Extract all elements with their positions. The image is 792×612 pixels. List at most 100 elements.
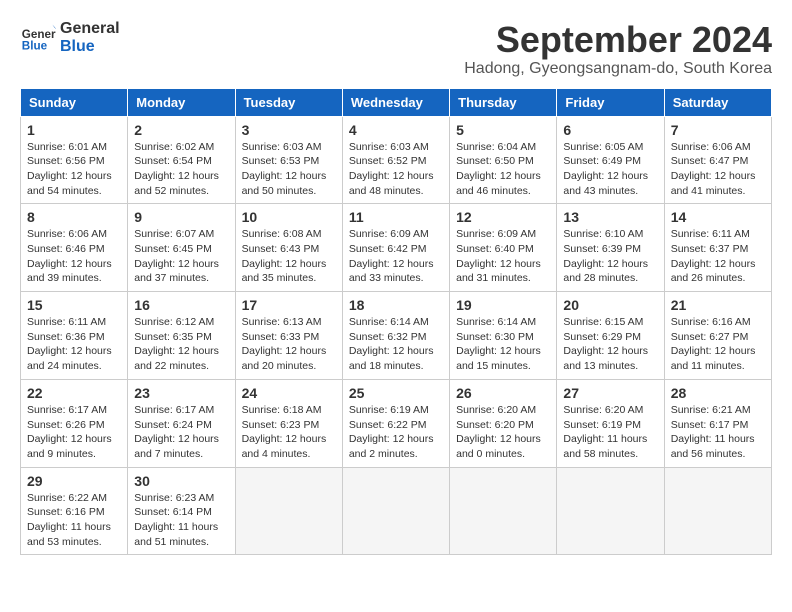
calendar-cell: 19Sunrise: 6:14 AMSunset: 6:30 PMDayligh… [450,292,557,380]
calendar-cell: 25 Sunrise: 6:19 AMSunset: 6:22 PMDayligh… [342,379,449,467]
day-number: 26 [456,385,550,401]
calendar-cell [450,467,557,555]
day-number: 25 [349,385,443,401]
calendar-cell: 26 Sunrise: 6:20 AMSunset: 6:20 PMDayligh… [450,379,557,467]
day-number: 6 [563,122,657,138]
calendar-cell: 2 Sunrise: 6:02 AMSunset: 6:54 PMDaylight… [128,116,235,204]
calendar-table: SundayMondayTuesdayWednesdayThursdayFrid… [20,88,772,556]
calendar-header-friday: Friday [557,88,664,116]
calendar-cell: 3Sunrise: 6:03 AMSunset: 6:53 PMDaylight… [235,116,342,204]
day-info: Sunrise: 6:17 AMSunset: 6:26 PMDaylight:… [27,403,121,462]
calendar-cell: 27Sunrise: 6:20 AMSunset: 6:19 PMDayligh… [557,379,664,467]
calendar-cell: 5Sunrise: 6:04 AMSunset: 6:50 PMDaylight… [450,116,557,204]
day-info: Sunrise: 6:15 AMSunset: 6:29 PMDaylight:… [563,315,657,374]
calendar-cell: 22 Sunrise: 6:17 AMSunset: 6:26 PMDayligh… [21,379,128,467]
calendar-week-5: 29 Sunrise: 6:22 AMSunset: 6:16 PMDayligh… [21,467,772,555]
day-info: Sunrise: 6:09 AMSunset: 6:40 PMDaylight:… [456,227,550,286]
day-number: 4 [349,122,443,138]
calendar-cell: 24 Sunrise: 6:18 AMSunset: 6:23 PMDayligh… [235,379,342,467]
calendar-cell: 17 Sunrise: 6:13 AMSunset: 6:33 PMDayligh… [235,292,342,380]
subtitle: Hadong, Gyeongsangnam-do, South Korea [464,60,772,78]
calendar-cell: 15 Sunrise: 6:11 AMSunset: 6:36 PMDayligh… [21,292,128,380]
calendar-header-monday: Monday [128,88,235,116]
calendar-cell: 16 Sunrise: 6:12 AMSunset: 6:35 PMDayligh… [128,292,235,380]
day-info: Sunrise: 6:07 AMSunset: 6:45 PMDaylight:… [134,227,228,286]
day-info: Sunrise: 6:02 AMSunset: 6:54 PMDaylight:… [134,140,228,199]
logo: General Blue General Blue [20,20,120,56]
day-number: 11 [349,209,443,225]
day-info: Sunrise: 6:13 AMSunset: 6:33 PMDaylight:… [242,315,336,374]
day-number: 5 [456,122,550,138]
day-info: Sunrise: 6:20 AMSunset: 6:20 PMDaylight:… [456,403,550,462]
day-number: 15 [27,297,121,313]
calendar-header-row: SundayMondayTuesdayWednesdayThursdayFrid… [21,88,772,116]
calendar-cell: 23 Sunrise: 6:17 AMSunset: 6:24 PMDayligh… [128,379,235,467]
calendar-week-3: 15 Sunrise: 6:11 AMSunset: 6:36 PMDayligh… [21,292,772,380]
day-info: Sunrise: 6:21 AMSunset: 6:17 PMDaylight:… [671,403,765,462]
calendar-cell: 12 Sunrise: 6:09 AMSunset: 6:40 PMDayligh… [450,204,557,292]
calendar-cell [342,467,449,555]
day-info: Sunrise: 6:12 AMSunset: 6:35 PMDaylight:… [134,315,228,374]
day-info: Sunrise: 6:14 AMSunset: 6:32 PMDaylight:… [349,315,443,374]
calendar-week-2: 8Sunrise: 6:06 AMSunset: 6:46 PMDaylight… [21,204,772,292]
day-info: Sunrise: 6:20 AMSunset: 6:19 PMDaylight:… [563,403,657,462]
day-info: Sunrise: 6:17 AMSunset: 6:24 PMDaylight:… [134,403,228,462]
day-number: 7 [671,122,765,138]
day-number: 8 [27,209,121,225]
day-number: 18 [349,297,443,313]
calendar-header-thursday: Thursday [450,88,557,116]
svg-text:Blue: Blue [22,40,48,53]
calendar-cell: 13 Sunrise: 6:10 AMSunset: 6:39 PMDayligh… [557,204,664,292]
day-info: Sunrise: 6:11 AMSunset: 6:36 PMDaylight:… [27,315,121,374]
calendar-cell: 8Sunrise: 6:06 AMSunset: 6:46 PMDaylight… [21,204,128,292]
day-info: Sunrise: 6:01 AMSunset: 6:56 PMDaylight:… [27,140,121,199]
day-number: 22 [27,385,121,401]
day-number: 28 [671,385,765,401]
day-number: 19 [456,297,550,313]
logo-icon: General Blue [20,20,56,56]
calendar-cell: 4 Sunrise: 6:03 AMSunset: 6:52 PMDaylight… [342,116,449,204]
day-number: 12 [456,209,550,225]
day-info: Sunrise: 6:10 AMSunset: 6:39 PMDaylight:… [563,227,657,286]
day-number: 24 [242,385,336,401]
day-info: Sunrise: 6:05 AMSunset: 6:49 PMDaylight:… [563,140,657,199]
day-info: Sunrise: 6:08 AMSunset: 6:43 PMDaylight:… [242,227,336,286]
day-info: Sunrise: 6:11 AMSunset: 6:37 PMDaylight:… [671,227,765,286]
day-info: Sunrise: 6:23 AMSunset: 6:14 PMDaylight:… [134,491,228,550]
calendar-cell: 29 Sunrise: 6:22 AMSunset: 6:16 PMDayligh… [21,467,128,555]
day-number: 2 [134,122,228,138]
day-number: 9 [134,209,228,225]
calendar-cell [557,467,664,555]
calendar-cell: 6 Sunrise: 6:05 AMSunset: 6:49 PMDaylight… [557,116,664,204]
calendar-cell: 9 Sunrise: 6:07 AMSunset: 6:45 PMDaylight… [128,204,235,292]
calendar-cell: 7 Sunrise: 6:06 AMSunset: 6:47 PMDaylight… [664,116,771,204]
calendar-week-4: 22 Sunrise: 6:17 AMSunset: 6:26 PMDayligh… [21,379,772,467]
calendar-cell: 1 Sunrise: 6:01 AMSunset: 6:56 PMDaylight… [21,116,128,204]
calendar-cell: 21 Sunrise: 6:16 AMSunset: 6:27 PMDayligh… [664,292,771,380]
day-number: 20 [563,297,657,313]
calendar-cell: 14 Sunrise: 6:11 AMSunset: 6:37 PMDayligh… [664,204,771,292]
day-number: 23 [134,385,228,401]
day-number: 16 [134,297,228,313]
day-info: Sunrise: 6:06 AMSunset: 6:47 PMDaylight:… [671,140,765,199]
day-info: Sunrise: 6:03 AMSunset: 6:52 PMDaylight:… [349,140,443,199]
day-number: 10 [242,209,336,225]
calendar-header-sunday: Sunday [21,88,128,116]
calendar-cell: 11 Sunrise: 6:09 AMSunset: 6:42 PMDayligh… [342,204,449,292]
day-info: Sunrise: 6:18 AMSunset: 6:23 PMDaylight:… [242,403,336,462]
calendar-header-saturday: Saturday [664,88,771,116]
day-info: Sunrise: 6:22 AMSunset: 6:16 PMDaylight:… [27,491,121,550]
day-info: Sunrise: 6:16 AMSunset: 6:27 PMDaylight:… [671,315,765,374]
day-number: 1 [27,122,121,138]
day-number: 29 [27,473,121,489]
day-info: Sunrise: 6:09 AMSunset: 6:42 PMDaylight:… [349,227,443,286]
calendar-cell [235,467,342,555]
day-number: 17 [242,297,336,313]
calendar-cell: 18 Sunrise: 6:14 AMSunset: 6:32 PMDayligh… [342,292,449,380]
day-number: 14 [671,209,765,225]
day-info: Sunrise: 6:19 AMSunset: 6:22 PMDaylight:… [349,403,443,462]
calendar-cell [664,467,771,555]
day-number: 13 [563,209,657,225]
calendar-cell: 30Sunrise: 6:23 AMSunset: 6:14 PMDayligh… [128,467,235,555]
day-number: 21 [671,297,765,313]
